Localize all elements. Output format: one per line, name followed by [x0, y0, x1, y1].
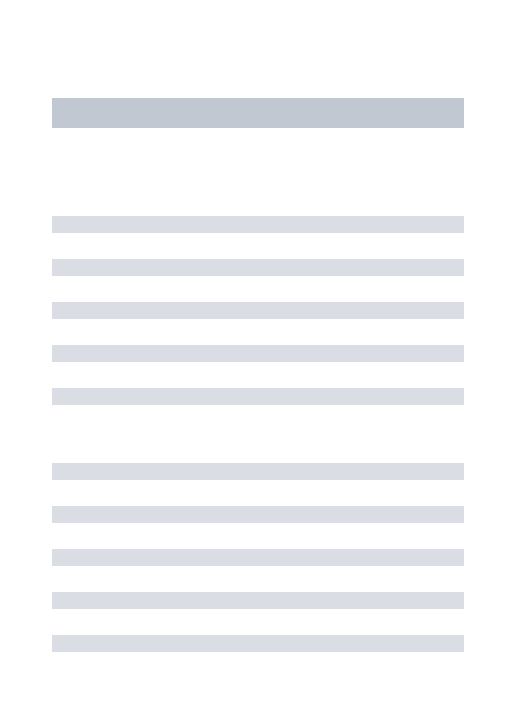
skeleton-line [52, 259, 464, 276]
skeleton-line [52, 506, 464, 523]
skeleton-line [52, 549, 464, 566]
skeleton-line [52, 302, 464, 319]
skeleton-line [52, 216, 464, 233]
skeleton-line [52, 592, 464, 609]
skeleton-line [52, 463, 464, 480]
skeleton-line [52, 388, 464, 405]
skeleton-line [52, 635, 464, 652]
skeleton-line [52, 345, 464, 362]
skeleton-title-bar [52, 98, 464, 128]
